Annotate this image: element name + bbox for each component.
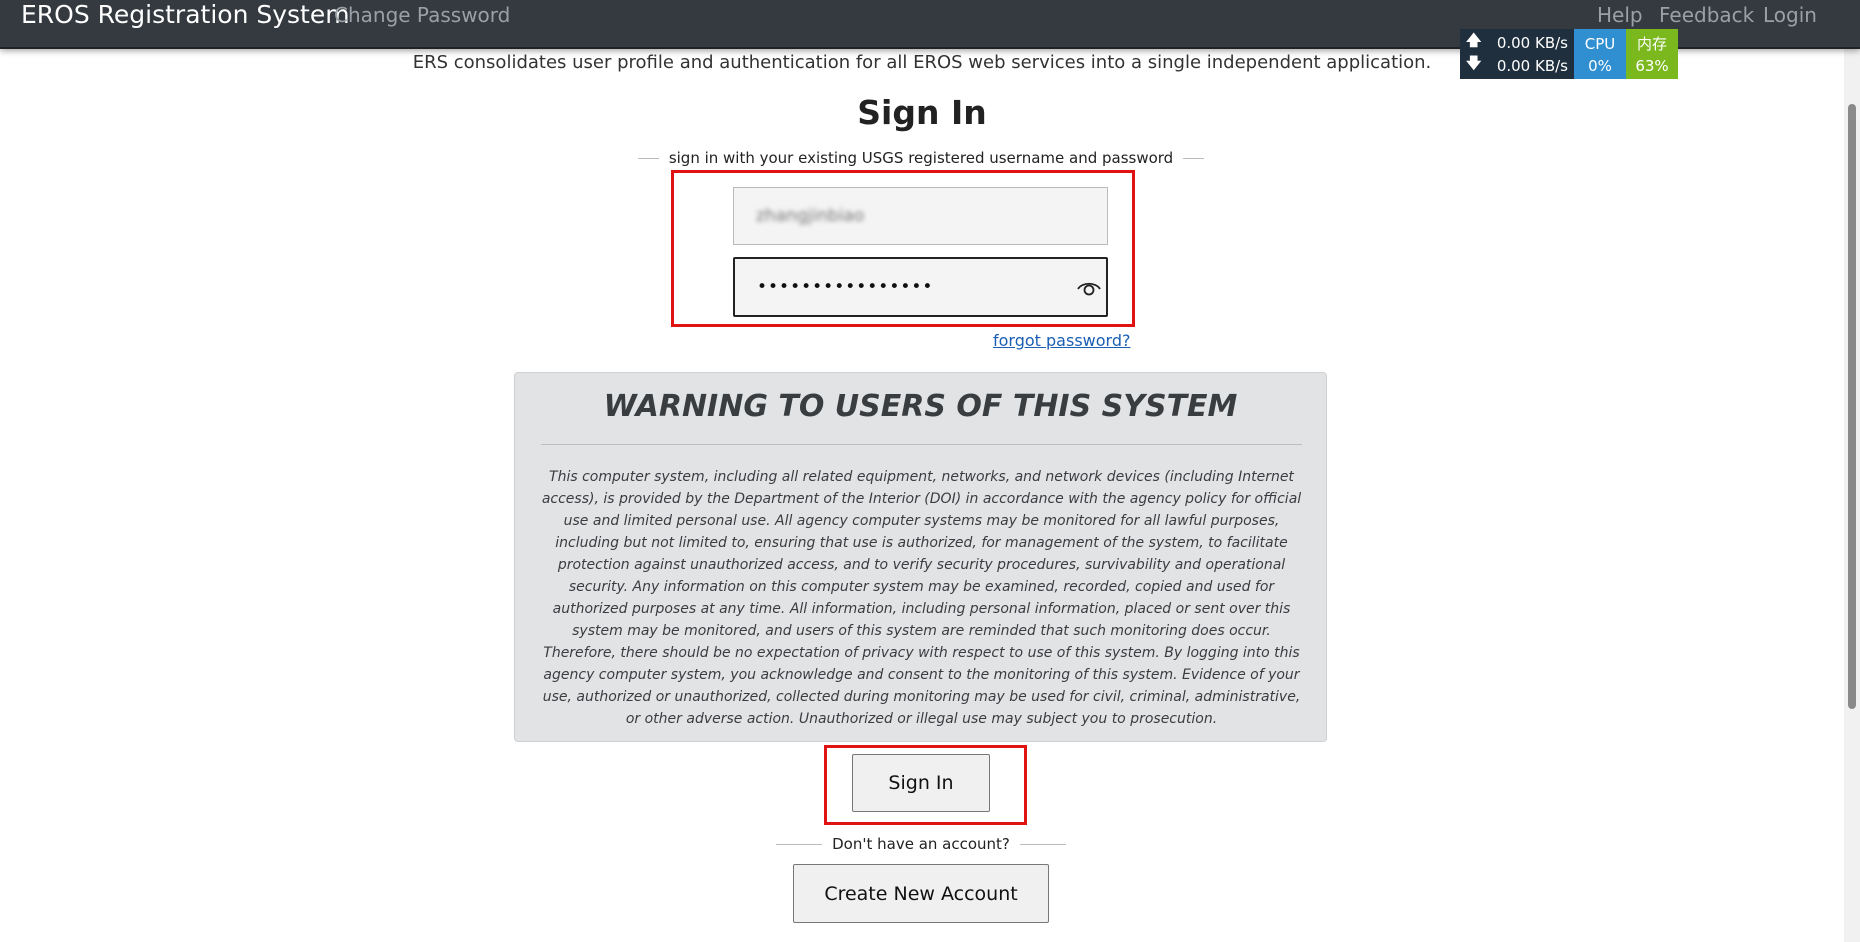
cpu-value: 0% [1588,57,1612,75]
sign-in-button[interactable]: Sign In [852,754,990,812]
divider [1183,157,1205,159]
cpu-label: CPU [1584,35,1616,53]
signin-subtitle-text: sign in with your existing USGS register… [668,149,1174,167]
memory-usage: 内存 63% [1626,29,1678,79]
brand-title[interactable]: EROS Registration System [21,0,350,30]
show-password-eye-icon[interactable] [1076,277,1102,299]
upload-row: 🡅 0.00 KB/s [1466,31,1568,54]
forgot-password-link[interactable]: forgot password? [993,331,1130,350]
scrollbar-thumb[interactable] [1848,104,1856,709]
change-password-link[interactable]: Change Password [334,2,510,28]
username-value: zhangjinbiao [756,206,865,226]
warning-body: This computer system, including all rela… [541,469,1302,727]
password-input[interactable]: •••••••••••••••• [733,257,1108,317]
network-speeds: 🡅 0.00 KB/s 🡇 0.00 KB/s [1460,29,1574,79]
create-account-button[interactable]: Create New Account [793,864,1049,923]
scrollbar[interactable] [1844,49,1860,942]
password-value: •••••••••••••••• [757,277,934,297]
username-input[interactable]: zhangjinbiao [733,187,1108,245]
warning-title: WARNING TO USERS OF THIS SYSTEM [603,389,1238,424]
divider [1019,843,1066,845]
help-link[interactable]: Help [1597,2,1643,28]
download-speed: 0.00 KB/s [1496,56,1568,75]
upload-speed: 0.00 KB/s [1496,33,1568,52]
feedback-link[interactable]: Feedback [1659,2,1754,28]
cpu-usage: CPU 0% [1574,29,1626,79]
no-account-divider: Don't have an account? [776,835,1066,853]
upload-arrow-icon: 🡅 [1466,31,1482,49]
memory-value: 63% [1635,57,1669,75]
warning-divider [541,444,1302,445]
warning-panel: WARNING TO USERS OF THIS SYSTEM This com… [514,372,1327,742]
memory-label: 内存 [1636,35,1667,53]
divider [776,843,823,845]
signin-subtitle: sign in with your existing USGS register… [638,149,1205,167]
page-title: Sign In [857,93,987,132]
login-link[interactable]: Login [1763,2,1817,28]
network-monitor-widget: 🡅 0.00 KB/s 🡇 0.00 KB/s CPU 0% 内存 63% [1460,29,1678,79]
divider [638,157,659,159]
download-arrow-icon: 🡇 [1466,54,1482,72]
no-account-text: Don't have an account? [832,835,1010,853]
download-row: 🡇 0.00 KB/s [1466,54,1568,77]
